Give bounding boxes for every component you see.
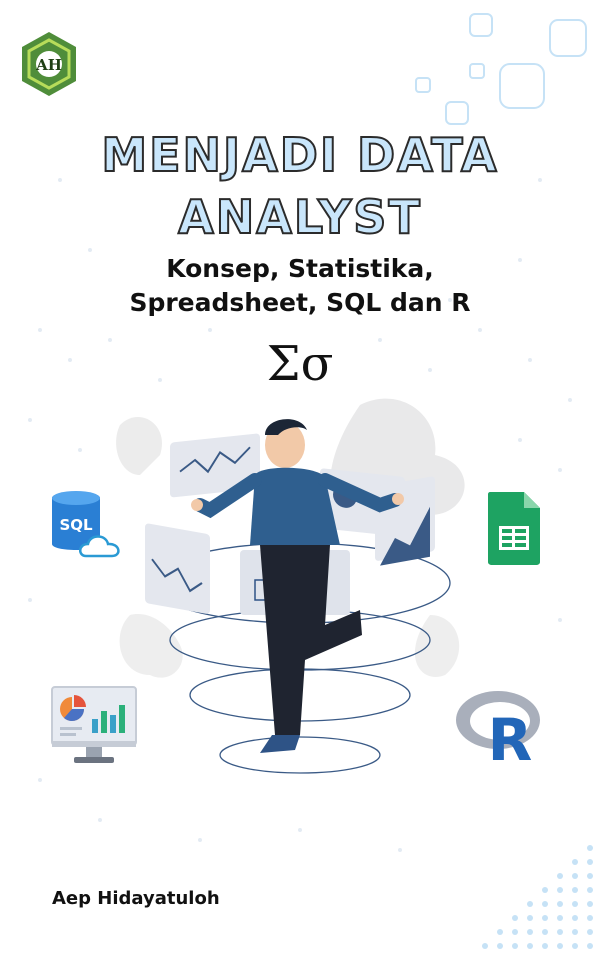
r-language-icon: R	[456, 691, 540, 766]
publisher-logo: AH	[22, 32, 76, 96]
sql-label: SQL	[59, 516, 93, 534]
sigma-symbol: Σσ	[266, 336, 334, 392]
logo-text: AH	[35, 56, 62, 74]
title-line-1: MENJADI DATA	[100, 127, 499, 183]
google-sheets-icon	[488, 492, 540, 565]
decorative-squares	[415, 13, 587, 125]
author-name: Aep Hidayatuloh	[52, 888, 220, 909]
title-line-2: ANALYST	[177, 189, 422, 245]
sql-database-cloud-icon: SQL	[52, 491, 120, 558]
r-label: R	[488, 706, 533, 766]
subtitle-line-2: Spreadsheet, SQL dan R	[129, 288, 471, 317]
data-analyst-illustration	[116, 398, 465, 774]
book-cover: AH MENJADI DATA ANALYST Konsep, Statisti…	[0, 0, 600, 955]
decorative-dot-grid	[482, 845, 593, 949]
dashboard-monitor-icon	[51, 686, 137, 763]
subtitle-line-1: Konsep, Statistika,	[166, 254, 434, 283]
